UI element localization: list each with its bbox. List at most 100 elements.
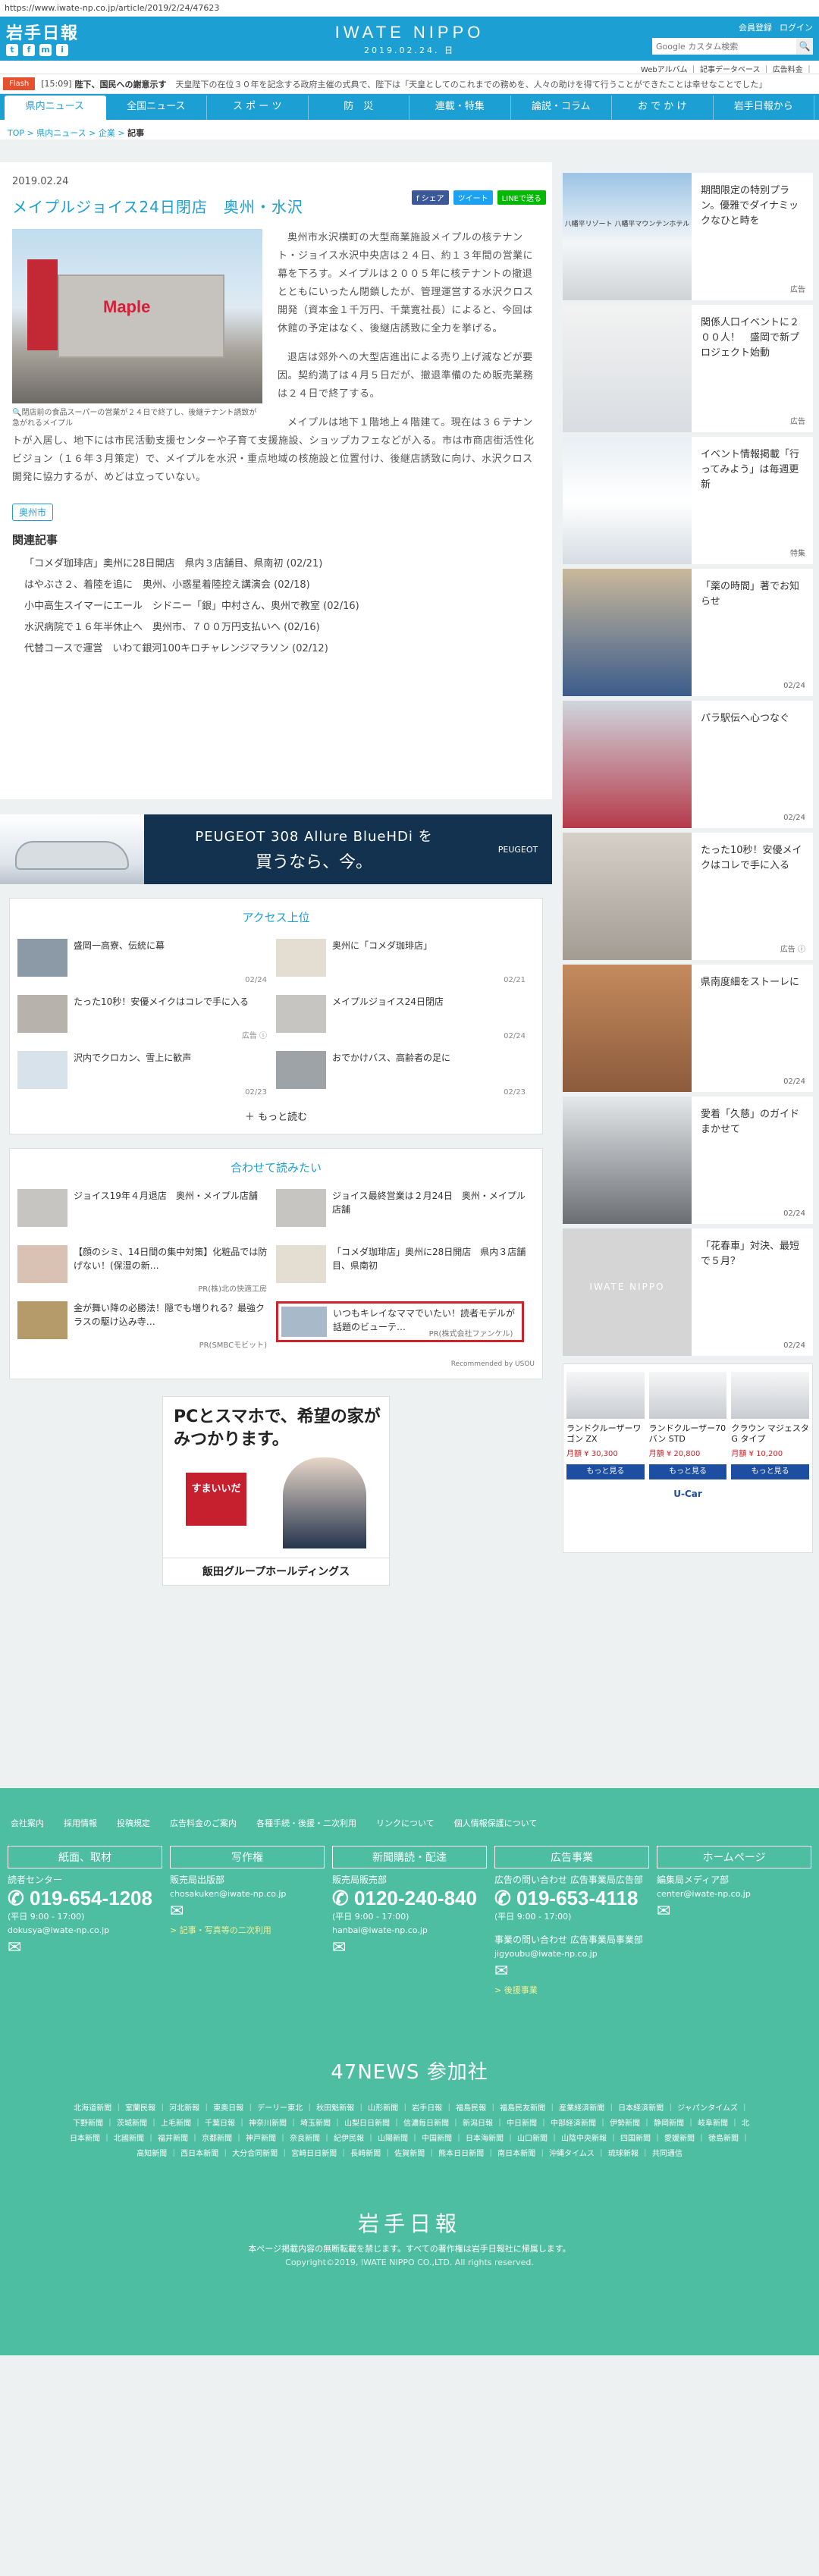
breadcrumb-top[interactable]: TOP — [8, 128, 24, 138]
breadcrumb-local[interactable]: 県内ニュース — [36, 128, 86, 138]
news-partner-link[interactable]: 岐阜新聞 — [698, 2119, 728, 2128]
line-share-button[interactable]: LINEで送る — [497, 190, 546, 205]
envelope-icon[interactable]: ✉ — [657, 1902, 811, 1921]
news-partner-link[interactable]: 琉球新報 — [608, 2150, 639, 2158]
site-logo[interactable]: 岩手日報 — [6, 20, 79, 44]
more-button[interactable]: ＋ もっと読む — [17, 1109, 535, 1123]
car-more-button[interactable]: もっと見る — [731, 1464, 810, 1479]
news-partner-link[interactable]: 福島民友新聞 — [500, 2104, 545, 2113]
news-partner-link[interactable]: 高知新聞 — [136, 2150, 167, 2158]
news-partner-link[interactable]: 下野新聞 — [73, 2119, 103, 2128]
instagram-icon[interactable]: i — [56, 44, 68, 56]
article-tag[interactable]: 奥州市 — [12, 504, 54, 521]
news-partner-link[interactable]: 北國新聞 — [114, 2135, 144, 2143]
news-partner-link[interactable]: 共同通信 — [652, 2150, 682, 2158]
footer-mail[interactable]: chosakuken@iwate-np.co.jp — [170, 1889, 325, 1899]
footer-mail[interactable]: center@iwate-np.co.jp — [657, 1889, 811, 1899]
facebook-share-button[interactable]: f シェア — [411, 190, 449, 205]
news-partner-link[interactable]: 東奥日報 — [213, 2104, 243, 2113]
news-partner-link[interactable]: 山陰中央新報 — [561, 2135, 607, 2143]
flash-text[interactable]: 天皇陛下の在位３０年を記念する政府主催の式典で、陛下は「天皇としてのこれまでの務… — [176, 78, 767, 90]
side-item[interactable]: 愛着「久慈」のガイドまかせて 02/24 — [563, 1097, 813, 1224]
car-ad[interactable]: ランドクルーザーワゴン ZX 月額 ¥ 30,300 もっと見る ランドクルーザー7… — [563, 1363, 813, 1553]
recommend-item[interactable]: ジョイス19年４月退店 奥州・メイプル店舗 — [17, 1189, 276, 1245]
nav-national-news[interactable]: 全国ニュース — [106, 96, 207, 120]
news-partner-link[interactable]: 四国新聞 — [620, 2135, 651, 2143]
nav-disaster[interactable]: 防 災 — [309, 96, 410, 120]
related-item[interactable]: 「コメダ珈琲店」奥州に28日開店 県内３店舗目、県南初 (02/21) — [12, 554, 540, 575]
news-partner-link[interactable]: 秋田魁新報 — [316, 2104, 354, 2113]
access-item[interactable]: 沢内でクロカン、雪上に歓声 02/23 — [17, 1051, 276, 1107]
news-partner-link[interactable]: 茨城新聞 — [117, 2119, 147, 2128]
tweet-button[interactable]: ツイート — [453, 190, 493, 205]
news-partner-link[interactable]: 中国新聞 — [422, 2135, 452, 2143]
news-partner-link[interactable]: 新潟日報 — [463, 2119, 493, 2128]
news-partner-link[interactable]: 大分合同新聞 — [232, 2150, 278, 2158]
news-partner-link[interactable]: 日本海新聞 — [466, 2135, 504, 2143]
news-partner-link[interactable]: 熊本日日新聞 — [438, 2150, 484, 2158]
related-item[interactable]: はやぶさ２、着陸を追に 奥州、小惑星着陸控え講演会 (02/18) — [12, 575, 540, 596]
news-partner-link[interactable]: 伊勢新聞 — [610, 2119, 640, 2128]
footer-mail[interactable]: jigyoubu@iwate-np.co.jp — [494, 1949, 649, 1959]
side-item[interactable]: イベント情報掲載「行ってみよう」は毎週更新 特集 — [563, 437, 813, 564]
footer-link[interactable]: 広告料金のご案内 — [170, 1817, 237, 1829]
footer-link[interactable]: 投稿規定 — [117, 1817, 150, 1829]
news-partner-link[interactable]: 長崎新聞 — [350, 2150, 381, 2158]
news-partner-link[interactable]: 奈良新聞 — [290, 2135, 320, 2143]
nav-outing[interactable]: お で か け — [612, 96, 714, 120]
footer-link[interactable]: リンクについて — [376, 1817, 435, 1829]
news-partner-link[interactable]: 徳島新聞 — [708, 2135, 739, 2143]
news-partner-link[interactable]: 沖縄タイムス — [549, 2150, 595, 2158]
nav-local-news[interactable]: 県内ニュース — [5, 96, 106, 120]
side-item[interactable]: IWATE NIPPO 「花春車」対決、最短で５月？ 02/24 — [563, 1228, 813, 1356]
footer-phone[interactable]: ✆ 019-654-1208 — [8, 1886, 162, 1910]
news-partner-link[interactable]: 日本経済新聞 — [618, 2104, 664, 2113]
news-partner-link[interactable]: 紀伊民報 — [334, 2135, 364, 2143]
news-partner-link[interactable]: 愛媛新聞 — [664, 2135, 695, 2143]
access-item[interactable]: たった10秒！安優メイクはコレで手に入る 広告 ⓘ — [17, 995, 276, 1051]
flash-title[interactable]: 陛下、国民への謝意示す — [75, 78, 167, 90]
sub-nav[interactable]: Webアルバム ｜ 記事データベース ｜ 広告料金 ｜ — [0, 61, 819, 74]
news-partner-link[interactable]: 山梨日日新聞 — [344, 2119, 390, 2128]
news-partner-link[interactable]: 山陽新聞 — [378, 2135, 408, 2143]
footer-phone[interactable]: ✆ 0120-240-840 — [332, 1886, 487, 1910]
related-item[interactable]: 小中高生スイマーにエール シドニー「銀」中村さん、奥州で教室 (02/16) — [12, 596, 540, 617]
footer-secondary-use-link[interactable]: > 記事・写真等の二次利用 — [170, 1924, 325, 1936]
access-item[interactable]: おでかけバス、高齢者の足に 02/23 — [276, 1051, 535, 1107]
footer-mail[interactable]: dokusya@iwate-np.co.jp — [8, 1925, 162, 1935]
news-partner-link[interactable]: 宮崎日日新聞 — [291, 2150, 337, 2158]
side-item[interactable]: 関係人口イベントに２００人！ 盛岡で新プロジェクト始動 広告 — [563, 305, 813, 432]
nav-series[interactable]: 連載・特集 — [410, 96, 511, 120]
news-partner-link[interactable]: 中日新聞 — [507, 2119, 537, 2128]
side-item[interactable]: 八幡平リゾート 八幡平マウンテンホテル 期間限定の特別プラン。優雅でダイナミックな… — [563, 173, 813, 300]
news-partner-link[interactable]: 河北新報 — [169, 2104, 199, 2113]
news-partner-link[interactable]: 神戸新聞 — [246, 2135, 276, 2143]
register-link[interactable]: 会員登録 — [739, 21, 772, 33]
car-card[interactable]: ランドクルーザー70バン STD 月額 ¥ 20,800 もっと見る — [648, 1372, 727, 1479]
car-more-button[interactable]: もっと見る — [648, 1464, 727, 1479]
twitter-icon[interactable]: t — [6, 44, 18, 56]
facebook-icon[interactable]: f — [23, 44, 35, 56]
recommend-item[interactable]: 金が舞い降の必勝法！隠でも増りれる？最強クラスの駆け込み寺… PR(SMBCモビッ… — [17, 1301, 276, 1357]
car-card[interactable]: ランドクルーザーワゴン ZX 月額 ¥ 30,300 もっと見る — [566, 1372, 645, 1479]
news-partner-link[interactable]: 福井新聞 — [158, 2135, 188, 2143]
news-partner-link[interactable]: 上毛新聞 — [161, 2119, 191, 2128]
footer-link[interactable]: 各種手続・後援・二次利用 — [256, 1817, 356, 1829]
news-partner-link[interactable]: 中部経済新聞 — [551, 2119, 596, 2128]
footer-sponsor-link[interactable]: > 後援事業 — [494, 1984, 649, 1996]
side-item[interactable]: 「薬の時間」著でお知らせ 02/24 — [563, 569, 813, 696]
recommend-item[interactable]: 「コメダ珈琲店」奥州に28日開店 県内３店舗目、県南初 — [276, 1245, 535, 1301]
search-input[interactable] — [652, 38, 796, 55]
side-item[interactable]: たった10秒！安優メイクはコレで手に入る 広告 ⓘ — [563, 833, 813, 960]
url-bar[interactable]: https://www.iwate-np.co.jp/article/2019/… — [0, 0, 819, 17]
envelope-icon[interactable]: ✉ — [8, 1938, 162, 1957]
car-more-button[interactable]: もっと見る — [566, 1464, 645, 1479]
envelope-icon[interactable]: ✉ — [332, 1938, 487, 1957]
nav-sports[interactable]: ス ポ ー ツ — [207, 96, 309, 120]
footer-phone[interactable]: ✆ 019-653-4118 — [494, 1886, 649, 1910]
news-partner-link[interactable]: 京都新聞 — [202, 2135, 232, 2143]
side-item[interactable]: パラ駅伝へ心つなぐ 02/24 — [563, 701, 813, 828]
news-partner-link[interactable]: 南日本新聞 — [497, 2150, 535, 2158]
recommend-item[interactable]: ジョイス最終営業は２月24日 奥州・メイプル店舗 — [276, 1189, 535, 1245]
news-partner-link[interactable]: 信濃毎日新聞 — [403, 2119, 449, 2128]
